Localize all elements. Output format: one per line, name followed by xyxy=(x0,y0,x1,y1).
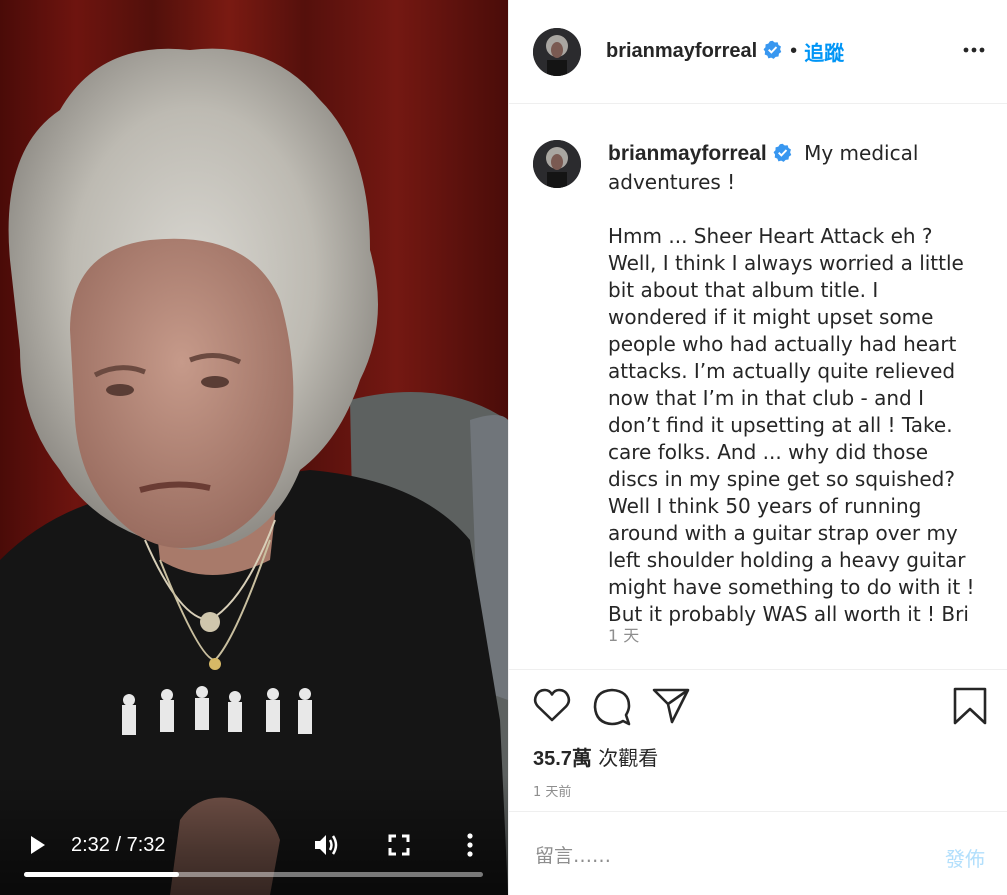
video-more-button[interactable] xyxy=(456,830,484,860)
save-button[interactable] xyxy=(953,687,987,730)
current-time: 2:32 xyxy=(71,834,110,856)
play-button[interactable] xyxy=(24,831,52,859)
post-timestamp[interactable]: 1 天前 xyxy=(533,781,571,800)
follow-button[interactable]: 追蹤 xyxy=(804,37,844,66)
duration: 7:32 xyxy=(126,834,166,856)
more-horizontal-icon xyxy=(963,47,985,53)
caption-section: brianmayforreal My medical adventures ! … xyxy=(509,104,1007,670)
bookmark-icon xyxy=(953,687,987,725)
comment-button[interactable] xyxy=(593,688,631,731)
comment-input[interactable] xyxy=(533,840,907,872)
view-count[interactable]: 35.7萬 次觀看 xyxy=(533,742,658,771)
action-bar: 35.7萬 次觀看 1 天前 xyxy=(509,670,1007,812)
volume-icon xyxy=(315,835,338,855)
post-dialog: 2:32 / 7:32 brianmayforreal • 追蹤 brianma… xyxy=(0,0,1007,895)
volume-button[interactable] xyxy=(311,830,341,860)
video-progress-bar[interactable] xyxy=(24,872,483,877)
caption-username[interactable]: brianmayforreal xyxy=(608,142,767,165)
paper-plane-icon xyxy=(652,688,690,724)
caption: brianmayforreal My medical adventures ! … xyxy=(608,140,978,628)
header-username[interactable]: brianmayforreal xyxy=(606,40,757,63)
video-frame[interactable] xyxy=(0,0,508,895)
video-time: 2:32 / 7:32 xyxy=(71,834,166,857)
avatar[interactable] xyxy=(533,27,581,76)
caption-text: My medical adventures ! Hmm ... Sheer He… xyxy=(608,141,975,626)
fullscreen-icon xyxy=(388,834,410,856)
heart-icon xyxy=(533,688,571,722)
separator-dot: • xyxy=(790,40,798,62)
post-comment-button[interactable]: 發佈 xyxy=(945,843,985,872)
view-count-number: 35.7萬 xyxy=(533,748,592,770)
fullscreen-button[interactable] xyxy=(384,830,414,860)
video-player[interactable]: 2:32 / 7:32 xyxy=(0,0,508,895)
comment-icon xyxy=(593,688,631,726)
caption-avatar[interactable] xyxy=(533,140,581,188)
caption-timestamp: 1 天 xyxy=(608,626,640,645)
like-button[interactable] xyxy=(533,688,571,727)
post-header: brianmayforreal • 追蹤 xyxy=(509,0,1007,104)
time-separator: / xyxy=(109,834,127,856)
post-side-panel: brianmayforreal • 追蹤 brianmayforreal My … xyxy=(508,0,1007,895)
verified-badge-icon xyxy=(763,40,782,64)
view-count-label: 次觀看 xyxy=(591,746,659,770)
comment-form: 發佈 xyxy=(509,812,1007,894)
share-button[interactable] xyxy=(652,688,690,729)
avatar-image xyxy=(533,27,581,76)
video-controls: 2:32 / 7:32 xyxy=(0,775,508,895)
avatar-image xyxy=(533,140,581,188)
post-options-button[interactable] xyxy=(963,40,985,58)
video-progress-fill xyxy=(24,872,179,877)
play-icon xyxy=(31,836,45,854)
verified-badge-icon xyxy=(773,142,792,169)
more-vertical-icon xyxy=(467,833,473,857)
